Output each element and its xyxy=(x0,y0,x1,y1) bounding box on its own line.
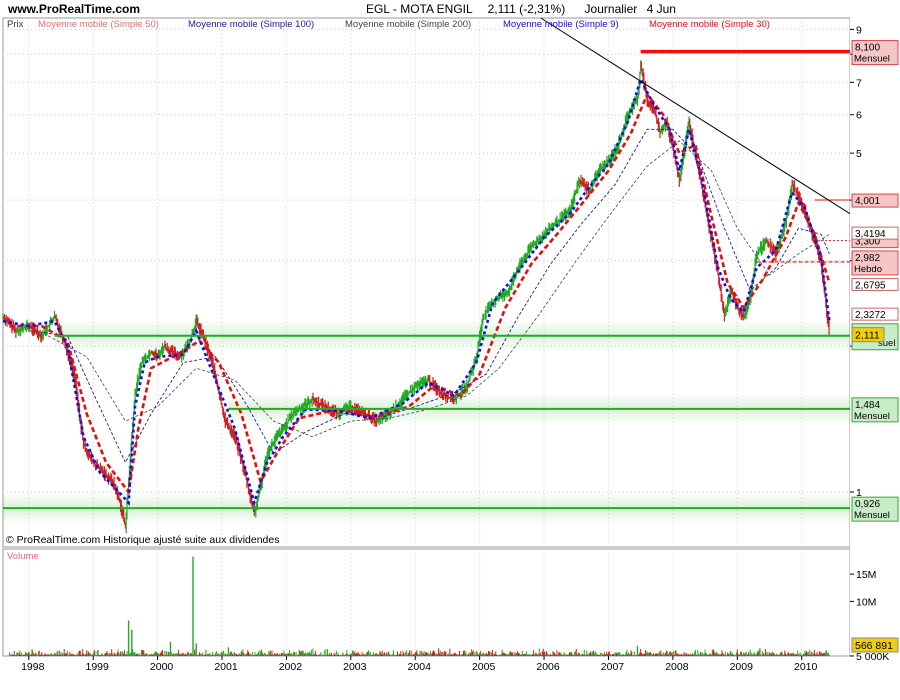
ma-badge-value: 2,6795 xyxy=(855,280,886,291)
legend-sma9: Moyenne mobile (Simple 9) xyxy=(503,19,619,30)
site-link[interactable]: www.ProRealTime.com xyxy=(7,2,140,16)
level-timeframe: Mensuel xyxy=(854,510,890,521)
x-tick-label: 1998 xyxy=(21,661,45,673)
x-tick-label: 2006 xyxy=(536,661,560,673)
last-price-value: 2,111 xyxy=(855,330,880,342)
x-tick-label: 1999 xyxy=(85,661,109,673)
x-tick-label: 2010 xyxy=(794,661,818,673)
legend-sma100: Moyenne mobile (Simple 100) xyxy=(188,19,314,30)
x-tick-label: 2004 xyxy=(408,661,432,673)
vol-tick-label: 10M xyxy=(856,596,876,608)
legend-sma50: Moyenne mobile (Simple 50) xyxy=(38,19,159,30)
x-tick-label: 2000 xyxy=(150,661,174,673)
level-value: 4,001 xyxy=(855,196,880,207)
level-value: 8,100 xyxy=(855,43,880,54)
level-timeframe: Mensuel xyxy=(854,54,890,65)
vol-tick-label: 5 000K xyxy=(856,651,889,663)
chart-title: EGL - MOTA ENGIL 2,111 (-2,31%) Journali… xyxy=(366,2,676,16)
footer-note: © ProRealTime.com Historique ajusté suit… xyxy=(6,534,279,546)
instrument-name: EGL - MOTA ENGIL xyxy=(366,2,473,16)
y-tick-label: 6 xyxy=(856,110,862,122)
x-tick-label: 2002 xyxy=(279,661,303,673)
chart: 1998 1999 2000 2001 2002 2003 2004 2005 2006 2007… xyxy=(2,2,900,673)
x-tick-label: 2001 xyxy=(214,661,238,673)
ma-badge-value: 2,3272 xyxy=(855,310,886,321)
volume-pane xyxy=(2,548,851,657)
level-value: 1,484 xyxy=(855,400,880,411)
x-tick-label: 2008 xyxy=(665,661,689,673)
level-value: 2,982 xyxy=(855,253,880,264)
date-label: 4 Jun xyxy=(647,2,676,16)
legend-sma30: Moyenne mobile (Simple 30) xyxy=(649,19,770,30)
x-tick-label: 2007 xyxy=(601,661,625,673)
volume-label: Volume xyxy=(7,551,39,562)
level-timeframe: Hebdo xyxy=(854,264,882,275)
level-timeframe: Mensuel xyxy=(854,411,890,422)
y-tick-label: 9 xyxy=(856,24,862,36)
y-tick-label: 7 xyxy=(856,77,862,89)
x-axis: 1998 1999 2000 2001 2002 2003 2004 2005 2006 2007… xyxy=(21,656,818,673)
y-tick-label: 5 xyxy=(856,148,862,160)
vol-tick-label: 15M xyxy=(856,569,876,581)
ma-badge-value: 3,4194 xyxy=(855,229,886,240)
legend-sma200: Moyenne mobile (Simple 200) xyxy=(345,19,471,30)
legend-prix: Prix xyxy=(7,19,24,30)
x-tick-label: 2003 xyxy=(343,661,367,673)
x-tick-label: 2005 xyxy=(472,661,496,673)
period-label: Journalier xyxy=(585,2,638,16)
x-tick-label: 2009 xyxy=(730,661,754,673)
volume-last-value: 566 891 xyxy=(855,640,893,652)
last-change: 2,111 (-2,31%) xyxy=(488,2,566,16)
level-value: 0,926 xyxy=(855,499,880,510)
